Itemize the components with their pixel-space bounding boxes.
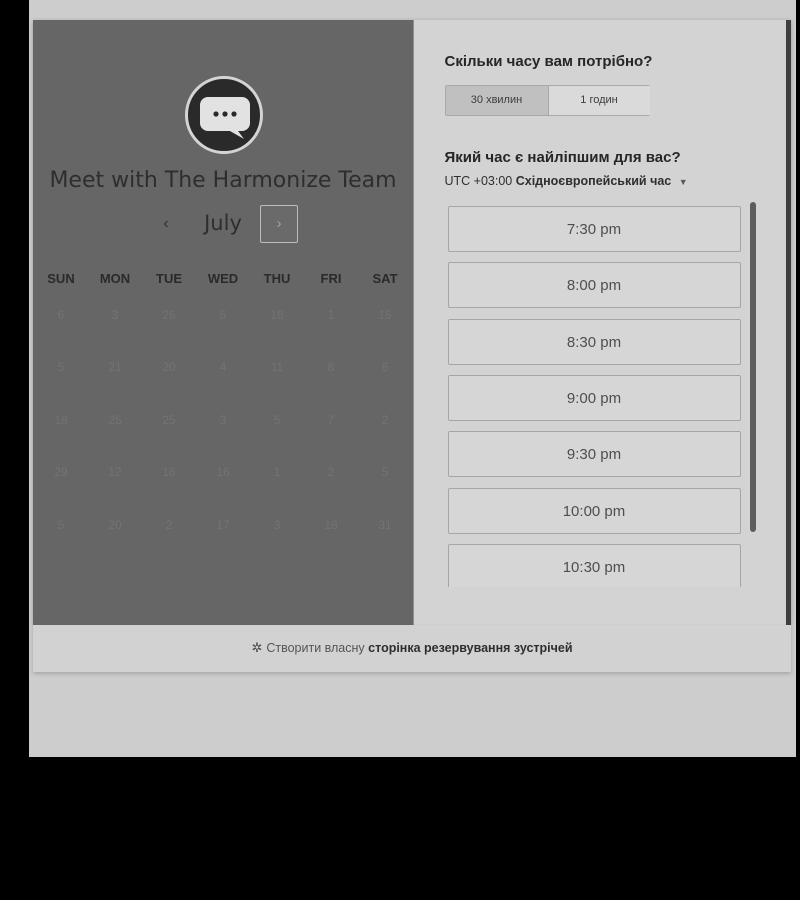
duration-toggle: 30 хвилин 1 годин bbox=[444, 85, 650, 116]
calendar-day[interactable]: 4 bbox=[196, 360, 250, 374]
calendar-panel: Meet with The Harmonize Team ‹ July › SU… bbox=[33, 20, 413, 625]
calendar-day[interactable]: 12 bbox=[88, 465, 142, 479]
calendar-day[interactable]: 5 bbox=[34, 360, 88, 374]
calendar-day[interactable]: 18 bbox=[304, 518, 358, 532]
calendar-day[interactable]: 26 bbox=[142, 308, 196, 322]
time-slot-list: 7:30 pm 8:00 pm 8:30 pm 9:00 pm 9:30 pm … bbox=[447, 206, 743, 587]
calendar-day[interactable]: 11 bbox=[250, 360, 304, 374]
time-slot[interactable]: 10:00 pm bbox=[447, 488, 741, 534]
calendar-day[interactable]: 8 bbox=[304, 360, 358, 374]
calendar-day[interactable]: 6 bbox=[34, 308, 88, 322]
calendar-day[interactable]: 17 bbox=[196, 518, 250, 532]
footer-bar[interactable]: ✲ Створити власну сторінка резервування з… bbox=[33, 625, 791, 672]
time-slot[interactable]: 10:30 pm bbox=[447, 544, 741, 587]
time-slot[interactable]: 8:30 pm bbox=[447, 319, 741, 365]
time-slot[interactable]: 9:00 pm bbox=[447, 375, 741, 421]
calendar-day[interactable]: 1 bbox=[304, 308, 358, 322]
time-question: Який час є найліпшим для вас? bbox=[444, 149, 681, 166]
next-month-button[interactable]: › bbox=[260, 205, 298, 243]
calendar-day[interactable]: 5 bbox=[196, 308, 250, 322]
chat-bubble-icon bbox=[200, 97, 250, 139]
timezone-name: Східноєвропейський час bbox=[515, 174, 672, 188]
timezone-offset: UTC +03:00 bbox=[444, 174, 513, 188]
calendar-day[interactable]: 25 bbox=[142, 413, 196, 427]
hubspot-sprocket-icon: ✲ bbox=[251, 640, 263, 655]
calendar-day[interactable]: 2 bbox=[304, 465, 358, 479]
calendar-day[interactable]: 21 bbox=[88, 360, 142, 374]
team-title: Meet with The Harmonize Team bbox=[49, 168, 397, 193]
weekday-label: SAT bbox=[372, 271, 398, 286]
calendar-day[interactable]: 25 bbox=[88, 413, 142, 427]
duration-option-30-min[interactable]: 30 хвилин bbox=[445, 86, 549, 115]
calendar-day[interactable]: 2 bbox=[358, 413, 412, 427]
calendar-day[interactable]: 6 bbox=[358, 360, 412, 374]
calendar-day[interactable]: 29 bbox=[34, 465, 88, 479]
calendar-day[interactable]: 5 bbox=[34, 518, 88, 532]
duration-option-1-hour[interactable]: 1 годин bbox=[548, 86, 650, 115]
calendar-day[interactable]: 3 bbox=[196, 413, 250, 427]
footer-link[interactable]: сторінка резервування зустрічей bbox=[368, 641, 572, 655]
time-slot-scrollbar[interactable] bbox=[749, 202, 756, 532]
booking-panel: Скільки часу вам потрібно? 30 хвилин 1 г… bbox=[412, 20, 791, 625]
weekday-label: TUE bbox=[156, 271, 182, 286]
calendar-day[interactable]: 7 bbox=[304, 413, 358, 427]
calendar-day[interactable]: 31 bbox=[358, 518, 412, 532]
footer-text: Створити власну bbox=[266, 641, 365, 655]
calendar-day[interactable]: 16 bbox=[142, 465, 196, 479]
calendar-day[interactable]: 15 bbox=[358, 308, 412, 322]
page-scrollbar[interactable] bbox=[786, 20, 791, 625]
time-slot[interactable]: 9:30 pm bbox=[447, 431, 741, 477]
calendar-day[interactable]: 20 bbox=[142, 360, 196, 374]
timezone-selector[interactable]: UTC +03:00 Східноєвропейський час ▼ bbox=[445, 174, 688, 188]
weekday-label: SUN bbox=[47, 271, 75, 286]
calendar-day[interactable]: 20 bbox=[88, 518, 142, 532]
time-slot[interactable]: 7:30 pm bbox=[447, 206, 741, 252]
calendar-day[interactable]: 16 bbox=[196, 465, 250, 479]
weekday-label: WED bbox=[207, 271, 239, 286]
duration-question: Скільки часу вам потрібно? bbox=[444, 53, 653, 70]
weekday-label: FRI bbox=[320, 271, 342, 286]
caret-down-icon: ▼ bbox=[678, 177, 688, 187]
time-slot[interactable]: 8:00 pm bbox=[447, 262, 741, 308]
calendar-day[interactable]: 3 bbox=[88, 308, 142, 322]
weekday-label: THU bbox=[263, 271, 291, 286]
calendar-day[interactable]: 18 bbox=[250, 308, 304, 322]
previous-month-button[interactable]: ‹ bbox=[152, 206, 180, 242]
team-avatar bbox=[185, 76, 263, 154]
meetings-widget: Meet with The Harmonize Team ‹ July › SU… bbox=[33, 20, 791, 625]
calendar-day[interactable]: 2 bbox=[142, 518, 196, 532]
calendar-day[interactable]: 5 bbox=[358, 465, 412, 479]
month-label: July bbox=[204, 211, 242, 235]
calendar-day[interactable]: 1 bbox=[250, 465, 304, 479]
weekday-label: MON bbox=[99, 271, 131, 286]
calendar-day[interactable]: 5 bbox=[250, 413, 304, 427]
calendar-day[interactable]: 3 bbox=[250, 518, 304, 532]
calendar-day[interactable]: 18 bbox=[34, 413, 88, 427]
